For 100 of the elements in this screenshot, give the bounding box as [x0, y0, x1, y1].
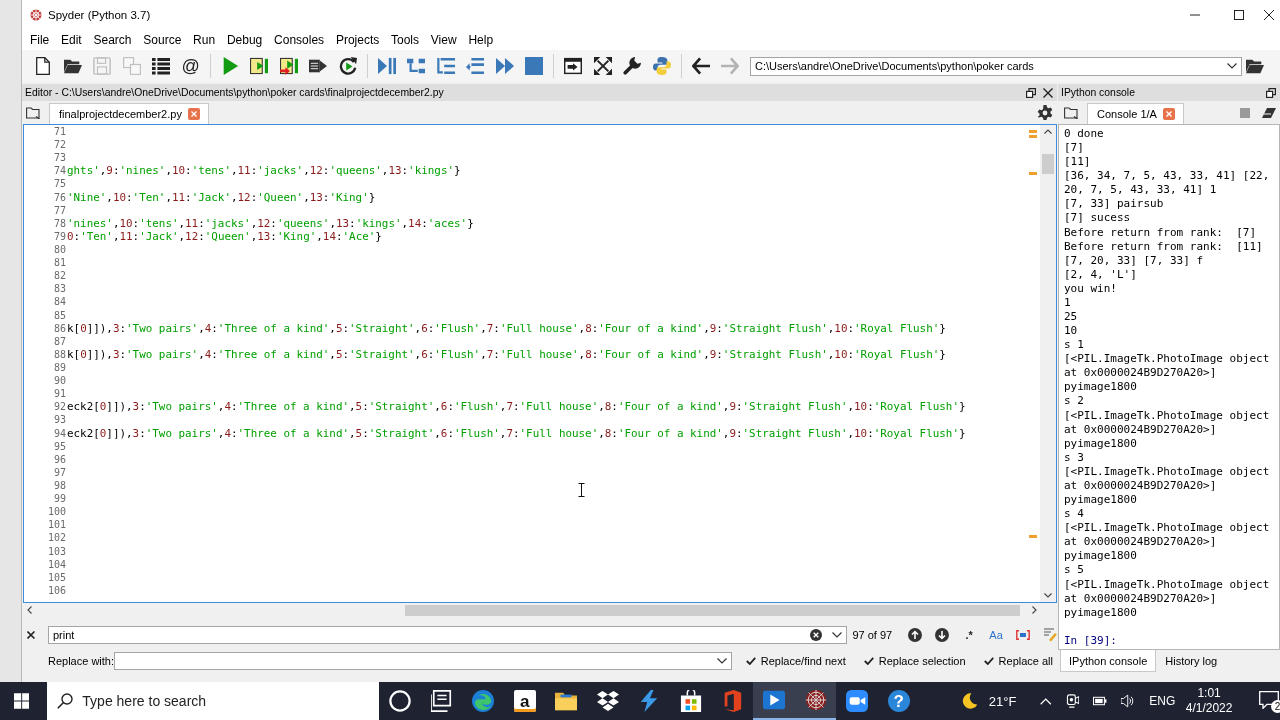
scroll-marker-icon [1029, 135, 1037, 138]
console-tab[interactable]: Console 1/A [1087, 103, 1184, 124]
replace-button[interactable]: Replace/find next [741, 651, 850, 671]
taskbar-button[interactable] [753, 682, 795, 720]
next-match-icon[interactable] [935, 628, 950, 642]
dropdown-caret-icon[interactable] [716, 658, 727, 664]
menu-item[interactable]: Consoles [268, 33, 330, 47]
step-into-icon[interactable] [436, 57, 455, 75]
pane-tab[interactable]: History log [1156, 650, 1227, 672]
scrollbar-thumb[interactable] [405, 604, 1020, 616]
menu-item[interactable]: Source [137, 33, 188, 47]
fast-forward-icon[interactable] [495, 57, 514, 75]
vertical-scrollbar[interactable] [1040, 125, 1056, 602]
console-output-line: Before return from rank: [11] [1064, 239, 1264, 254]
replace-button[interactable]: Replace selection [859, 651, 970, 671]
menu-item[interactable]: Edit [55, 33, 88, 47]
working-directory-field[interactable]: C:\Users\andre\OneDrive\Documents\python\poker cards [750, 56, 1242, 76]
dropdown-caret-icon[interactable] [832, 632, 843, 638]
line-number: 87 [52, 335, 67, 347]
clear-icon[interactable] [810, 629, 823, 641]
previous-match-icon[interactable] [908, 628, 923, 642]
undock-icon[interactable] [1026, 87, 1036, 98]
whole-word-icon[interactable] [1016, 628, 1031, 642]
swirl-icon[interactable] [472, 690, 495, 712]
chevron-up-icon[interactable] [1040, 697, 1052, 705]
menu-item[interactable]: Run [187, 33, 221, 47]
scrollbar-thumb[interactable] [1042, 154, 1054, 174]
speaker-icon[interactable] [1120, 694, 1135, 708]
weather-temperature[interactable]: 21°F [988, 693, 1017, 709]
menu-item[interactable]: Debug [221, 33, 269, 47]
at-sign-button[interactable]: @ [181, 56, 200, 76]
close-icon[interactable] [1264, 10, 1274, 20]
menu-item[interactable]: Projects [330, 33, 386, 47]
back-arrow-icon[interactable] [691, 57, 710, 75]
fullscreen-icon[interactable] [593, 57, 612, 75]
case-toggle[interactable]: Aa [989, 629, 1004, 641]
maximize-pane-icon[interactable] [564, 57, 582, 75]
taskbar-search-field[interactable]: Type here to search [47, 682, 380, 720]
close-icon[interactable] [1043, 87, 1053, 98]
video-camera-icon[interactable] [846, 690, 869, 712]
folder-outline-icon[interactable] [1064, 107, 1078, 119]
folder-outline-icon[interactable] [26, 107, 40, 119]
maximize-icon[interactable] [1234, 10, 1244, 20]
run-cell-advance-icon[interactable] [279, 57, 298, 75]
folder-icon[interactable] [1246, 57, 1264, 75]
page-icon[interactable] [34, 57, 52, 75]
task-view-icon[interactable] [430, 690, 453, 712]
step-icon[interactable] [407, 57, 425, 75]
eraser-icon[interactable] [1262, 108, 1276, 118]
folder-icon[interactable] [555, 690, 578, 712]
line-number: 89 [52, 362, 67, 373]
debug-icon[interactable] [377, 57, 396, 75]
run-cell-icon[interactable] [250, 57, 268, 75]
replace-button[interactable]: Replace all [979, 651, 1057, 671]
folder-icon[interactable] [63, 57, 82, 75]
language-indicator[interactable]: ENG [1149, 694, 1176, 708]
list-icon[interactable] [152, 57, 170, 75]
menu-item[interactable]: Search [87, 33, 138, 47]
windows-logo-icon[interactable] [14, 693, 30, 709]
console-output-line: [7, 20, 33] [7, 33] f [1064, 253, 1205, 268]
play-tile-icon[interactable] [763, 689, 786, 711]
clock-date[interactable]: 4/1/2022 [1185, 701, 1233, 716]
replace-field[interactable] [114, 652, 732, 670]
pane-tab[interactable]: IPython console [1060, 650, 1157, 672]
spider-web-icon[interactable] [804, 689, 827, 711]
file-tab[interactable]: finalprojectdecember2.py [49, 103, 209, 124]
search-field[interactable]: print [47, 626, 848, 644]
webcam-icon[interactable] [1065, 694, 1080, 708]
taskbar-button[interactable] [794, 682, 837, 720]
menu-item[interactable]: Tools [385, 33, 425, 47]
regex-toggle[interactable]: .* [962, 629, 977, 641]
settings-icon[interactable] [1037, 105, 1053, 121]
line-number: 80 [52, 244, 67, 256]
line-number: 75 [52, 178, 67, 190]
pane-title: IPython console [1061, 87, 1135, 98]
diamonds-icon[interactable] [596, 690, 619, 712]
circle-icon[interactable] [389, 690, 412, 712]
menu-item[interactable]: File [24, 33, 56, 47]
snake-logo-icon[interactable] [652, 57, 671, 75]
clock-time[interactable]: 1:01 [1197, 686, 1221, 701]
code-line: 'nines',10:'tens',11:'jacks',12:'queens',13:'kings',14:'aces'} [67, 216, 474, 230]
help-tile[interactable]: ? [887, 690, 910, 712]
battery-icon[interactable] [1093, 694, 1107, 708]
line-number: 102 [46, 532, 67, 544]
menu-item[interactable]: Help [462, 33, 499, 47]
step-return-icon[interactable] [466, 57, 484, 75]
app-tile[interactable]: a [513, 690, 536, 712]
run-selection-icon[interactable] [309, 57, 327, 75]
console-output-line: at 0x0000024B9D270A20>] [1064, 422, 1218, 437]
console-output-line: s 5 [1064, 563, 1085, 578]
wrench-icon[interactable] [623, 57, 641, 75]
shopping-bag-icon[interactable] [679, 690, 702, 712]
moon-icon[interactable] [962, 693, 978, 709]
menu-item[interactable]: View [424, 33, 463, 47]
console-output[interactable] [1058, 124, 1280, 650]
notification-icon[interactable] [1259, 691, 1279, 709]
undock-icon[interactable] [1266, 87, 1276, 98]
rerun-icon[interactable] [338, 57, 357, 75]
console-output-line: 25 [1064, 310, 1079, 325]
close-icon[interactable] [27, 631, 35, 639]
